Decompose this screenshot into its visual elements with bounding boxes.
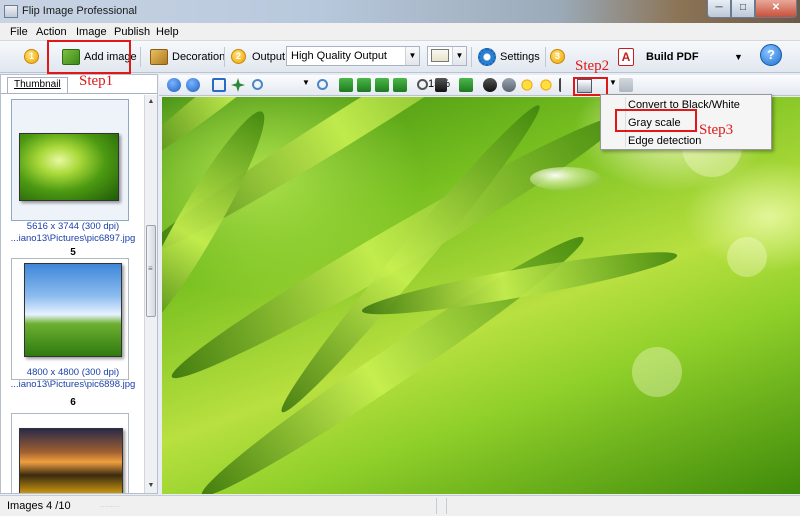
step-2-icon: 2 [231, 49, 246, 64]
thumbnail-number: 6 [70, 397, 76, 408]
bokeh-light [632, 347, 682, 397]
image-toolbar: 15% ▼ ▼ [159, 75, 800, 96]
app-icon [4, 5, 18, 18]
toolbar-separator [224, 47, 225, 67]
build-pdf-button[interactable]: A Build PDF [618, 45, 699, 69]
resize-icon[interactable] [459, 78, 473, 92]
zoom-in-icon[interactable] [252, 79, 263, 90]
zoom-dropdown-icon[interactable]: ▼ [302, 78, 316, 92]
tab-divider [1, 93, 157, 94]
menu-action[interactable]: Action [36, 26, 67, 38]
status-divider [436, 498, 437, 514]
bokeh-light [727, 237, 767, 277]
thumbnail-number: 5 [70, 247, 76, 258]
scroll-thumb[interactable]: ≡ [146, 225, 156, 317]
thumbnail-meta: 4800 x 4800 (300 dpi) [26, 367, 120, 378]
gear-icon [478, 48, 496, 66]
flip-horizontal-icon[interactable] [339, 78, 353, 92]
settings-button[interactable]: Settings [478, 45, 540, 69]
page-size-select[interactable]: ▼ [427, 46, 467, 66]
menu-item-edge-detection[interactable]: Edge detection [628, 135, 701, 147]
image-preview [162, 97, 800, 494]
step1-highlight [47, 40, 131, 74]
rotate-left-icon[interactable] [375, 78, 389, 92]
help-button[interactable]: ? [760, 44, 782, 66]
next-icon[interactable] [186, 78, 200, 92]
minimize-button[interactable]: ─ [707, 0, 731, 18]
thumbnail-path: ...iano13\Pictures\pic6897.jpg [10, 233, 136, 244]
status-grip: ........ [100, 499, 121, 509]
thumbnail-image [19, 428, 123, 493]
output-select-value: High Quality Output [291, 50, 387, 62]
thumbnail-item[interactable] [11, 413, 129, 493]
toolbar-separator [140, 47, 141, 67]
chevron-down-icon[interactable]: ▼ [452, 47, 466, 65]
scroll-up-icon[interactable]: ▲ [145, 95, 157, 109]
move-icon[interactable] [231, 78, 245, 92]
image-count: Images 4 /10 [7, 500, 71, 512]
thumbnail-panel: Thumbnail 4 5616 x 3744 (300 dpi) ...ian… [0, 74, 158, 494]
title-bar: Flip Image Professional ─ □ ✕ [0, 0, 800, 23]
menu-image[interactable]: Image [76, 26, 107, 38]
rotate-right-icon[interactable] [393, 78, 407, 92]
thumbnail-meta: 5616 x 3744 (300 dpi) [26, 221, 120, 232]
thumbnail-image [24, 263, 122, 357]
tab-thumbnail[interactable]: Thumbnail [7, 77, 68, 93]
decoration-label: Decoration [172, 51, 226, 63]
settings-label: Settings [500, 51, 540, 63]
step3-label: Step3 [699, 122, 734, 138]
menu-file[interactable]: File [10, 26, 28, 38]
build-pdf-dropdown-icon[interactable]: ▼ [734, 45, 743, 69]
disabled-tool-icon [619, 78, 633, 92]
toolbar-separator [545, 47, 546, 67]
output-select[interactable]: High Quality Output ▼ [286, 46, 420, 66]
chevron-down-icon[interactable]: ▼ [405, 47, 419, 65]
menu-help[interactable]: Help [156, 26, 179, 38]
step2-label: Step2 [575, 58, 610, 74]
thumbnail-path: ...iano13\Pictures\pic6898.jpg [10, 379, 136, 390]
flip-vertical-icon[interactable] [357, 78, 371, 92]
toolbar-separator [471, 47, 472, 67]
step1-label: Step1 [79, 73, 114, 89]
step-1-icon: 1 [24, 49, 39, 64]
thumbnail-list: 4 5616 x 3744 (300 dpi) ...iano13\Pictur… [3, 95, 143, 493]
previous-icon[interactable] [167, 78, 181, 92]
thumbnail-image [19, 133, 119, 201]
decoration-button[interactable]: Decoration [150, 45, 225, 69]
build-pdf-label: Build PDF [646, 51, 699, 63]
crop-icon[interactable] [435, 78, 447, 92]
sharpen-icon[interactable] [559, 78, 566, 92]
output-label: Output: [252, 51, 289, 63]
menu-publish[interactable]: Publish [114, 26, 150, 38]
fit-window-icon[interactable] [212, 78, 226, 92]
rotate-icon[interactable] [417, 79, 428, 90]
status-divider [446, 498, 447, 514]
sun-icon[interactable] [520, 78, 534, 92]
water-droplet [530, 167, 602, 191]
thumbnail-item[interactable] [11, 258, 129, 380]
close-button[interactable]: ✕ [755, 0, 797, 18]
scroll-grip-icon: ≡ [148, 264, 153, 273]
zoom-out-icon[interactable] [317, 79, 328, 90]
contrast-icon[interactable] [483, 78, 497, 92]
step-3-icon: 3 [550, 49, 565, 64]
maximize-button[interactable]: □ [731, 0, 755, 18]
scroll-down-icon[interactable]: ▼ [145, 479, 157, 493]
thumbnail-item[interactable] [11, 99, 129, 221]
brightness-icon[interactable] [502, 78, 516, 92]
window-title: Flip Image Professional [22, 5, 137, 17]
decoration-icon [150, 49, 168, 65]
sun-plus-icon[interactable] [539, 78, 553, 92]
thumbnail-scrollbar[interactable]: ▲ ≡ ▼ [144, 95, 157, 493]
menu-bar: File Action Image Publish Help [0, 23, 800, 41]
step3-highlight [615, 109, 697, 132]
status-bar: Images 4 /10 ........ [0, 495, 800, 516]
pdf-icon: A [618, 48, 634, 66]
page-icon [431, 49, 449, 62]
